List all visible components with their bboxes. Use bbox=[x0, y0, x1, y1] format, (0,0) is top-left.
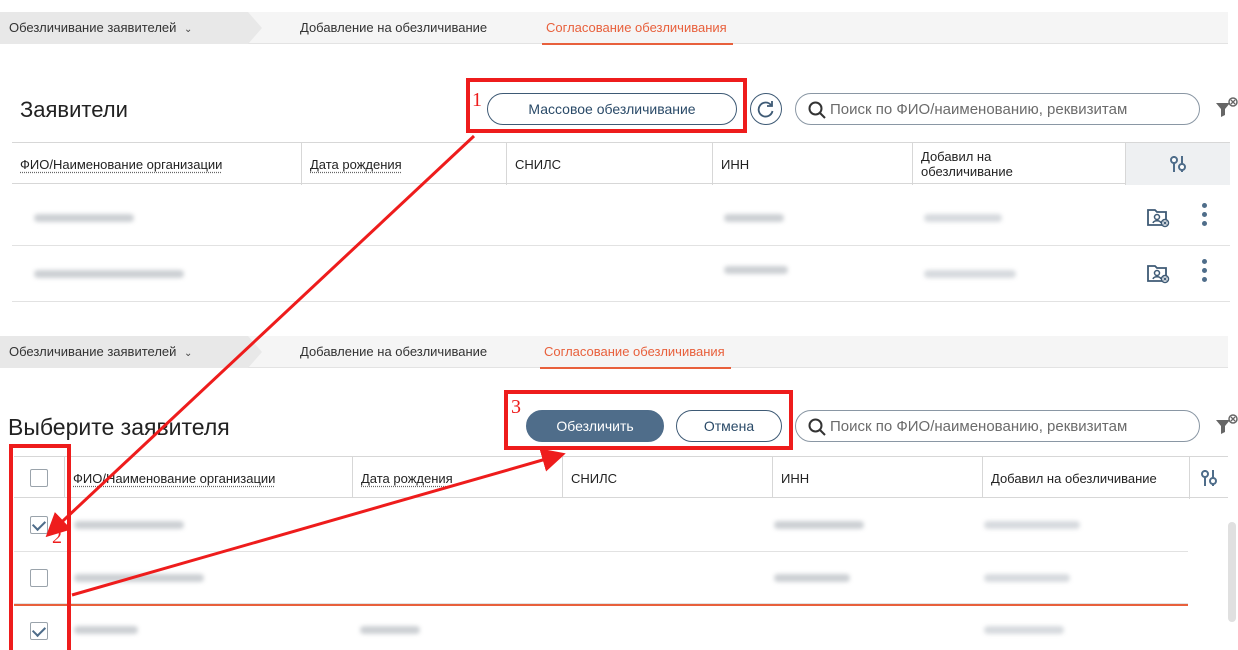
tab-label: Обезличивание заявителей bbox=[9, 344, 177, 359]
chevron-down-icon: ⌄ bbox=[184, 348, 193, 359]
search-field[interactable] bbox=[795, 410, 1200, 442]
column-settings-icon bbox=[1170, 156, 1186, 172]
select-applicant-panel: Обезличивание заявителей ⌄ Добавление на… bbox=[0, 326, 1238, 650]
folder-user-icon[interactable] bbox=[1146, 206, 1170, 228]
column-name[interactable]: ФИО/Наименование организации bbox=[64, 457, 352, 499]
filter-clear-icon[interactable] bbox=[1214, 414, 1238, 438]
column-settings-button[interactable] bbox=[1125, 143, 1230, 185]
screenshot-root: Обезличивание заявителей ⌄ Добавление на… bbox=[0, 0, 1238, 650]
search-input[interactable] bbox=[830, 94, 1170, 124]
search-icon bbox=[808, 101, 826, 119]
tab-bar: Обезличивание заявителей ⌄ Добавление на… bbox=[0, 12, 1228, 45]
refresh-button[interactable] bbox=[750, 93, 782, 125]
column-added-by: Добавил на обезличивание bbox=[912, 143, 1125, 185]
tab-approval-anonymization[interactable]: Согласование обезличивания bbox=[540, 336, 731, 369]
blurred-added-by bbox=[924, 214, 1002, 222]
blurred-added-by bbox=[984, 626, 1064, 634]
search-icon bbox=[808, 418, 826, 436]
annotation-number-3: 3 bbox=[511, 396, 521, 418]
tab-label: Добавление на обезличивание bbox=[300, 20, 488, 35]
blurred-added-by bbox=[984, 574, 1070, 582]
blurred-added-by bbox=[924, 270, 1016, 278]
blurred-name bbox=[34, 214, 134, 222]
scrollbar[interactable] bbox=[1228, 522, 1236, 622]
blurred-name bbox=[74, 626, 138, 634]
blurred-added-by bbox=[984, 521, 1080, 529]
annotation-box-1 bbox=[466, 78, 747, 133]
blurred-name bbox=[74, 521, 184, 529]
table-header: ФИО/Наименование организации Дата рожден… bbox=[14, 456, 1228, 499]
tab-label: Добавление на обезличивание bbox=[300, 344, 488, 359]
applicants-panel: Обезличивание заявителей ⌄ Добавление на… bbox=[0, 0, 1238, 305]
table-row-selected[interactable] bbox=[14, 604, 1188, 650]
column-snils: СНИЛС bbox=[506, 143, 712, 185]
search-field[interactable] bbox=[795, 93, 1200, 125]
kebab-menu-icon[interactable] bbox=[1202, 203, 1208, 230]
column-settings-icon bbox=[1201, 470, 1217, 486]
page-title: Выберите заявителя bbox=[8, 414, 230, 440]
filter-clear-icon[interactable] bbox=[1214, 97, 1238, 121]
blurred-inn bbox=[724, 214, 784, 222]
tab-add-anonymization[interactable]: Добавление на обезличивание bbox=[300, 336, 487, 368]
table-header: ФИО/Наименование организации Дата рожден… bbox=[12, 142, 1230, 185]
column-added-by: Добавил на обезличивание bbox=[982, 457, 1189, 499]
tab-anonymization-applicants[interactable]: Обезличивание заявителей ⌄ bbox=[0, 12, 262, 44]
column-inn: ИНН bbox=[772, 457, 982, 499]
tab-approval-anonymization[interactable]: Согласование обезличивания bbox=[542, 12, 733, 45]
tab-anonymization-applicants[interactable]: Обезличивание заявителей ⌄ bbox=[0, 336, 262, 368]
blurred-name bbox=[74, 574, 204, 582]
table-row[interactable] bbox=[12, 246, 1230, 302]
column-name[interactable]: ФИО/Наименование организации bbox=[12, 143, 301, 185]
table-row[interactable] bbox=[14, 552, 1188, 604]
column-birth-date[interactable]: Дата рождения bbox=[301, 143, 506, 185]
column-settings-button[interactable] bbox=[1189, 457, 1228, 499]
column-snils: СНИЛС bbox=[562, 457, 772, 499]
search-input[interactable] bbox=[830, 411, 1170, 441]
blurred-name bbox=[34, 270, 184, 278]
folder-user-icon[interactable] bbox=[1146, 262, 1170, 284]
kebab-menu-icon[interactable] bbox=[1202, 259, 1208, 286]
tab-add-anonymization[interactable]: Добавление на обезличивание bbox=[300, 12, 487, 44]
tab-label: Согласование обезличивания bbox=[546, 20, 727, 35]
table-row[interactable] bbox=[12, 190, 1230, 246]
column-inn: ИНН bbox=[712, 143, 912, 185]
annotation-number-2: 2 bbox=[52, 526, 62, 548]
annotation-number-1: 1 bbox=[472, 89, 482, 111]
blurred-inn bbox=[724, 266, 788, 274]
page-title: Заявители bbox=[20, 97, 128, 122]
column-birth-date[interactable]: Дата рождения bbox=[352, 457, 562, 499]
chevron-down-icon: ⌄ bbox=[184, 24, 193, 35]
tab-label: Обезличивание заявителей bbox=[9, 20, 177, 35]
tab-bar: Обезличивание заявителей ⌄ Добавление на… bbox=[0, 336, 1228, 369]
annotation-box-3 bbox=[504, 390, 793, 450]
refresh-icon bbox=[757, 101, 774, 118]
table-row[interactable] bbox=[14, 498, 1188, 552]
blurred-inn bbox=[774, 521, 864, 529]
blurred-birth-date bbox=[360, 626, 420, 634]
blurred-inn bbox=[774, 574, 850, 582]
tab-label: Согласование обезличивания bbox=[544, 344, 725, 359]
screenshot-separator bbox=[0, 305, 1238, 326]
